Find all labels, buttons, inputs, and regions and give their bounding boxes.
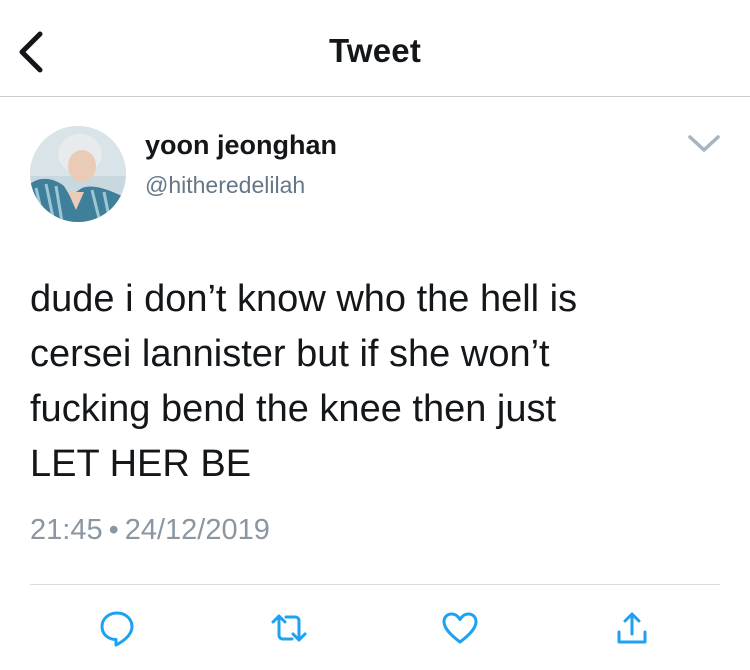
tweet-date: 24/12/2019 [124, 514, 270, 546]
tweet-text-line: cersei lannister but if she won’t [30, 333, 550, 375]
retweet-icon [271, 614, 307, 642]
separator-dot: • [108, 514, 119, 546]
share-icon [617, 612, 647, 644]
tweet-text: dude i don’t know who the hell is cersei… [30, 272, 720, 492]
top-bar: Tweet [0, 0, 750, 97]
user-handle[interactable]: @hitheredelilah [145, 172, 305, 199]
avatar[interactable] [30, 126, 126, 222]
heart-icon [442, 612, 478, 644]
display-name[interactable]: yoon jeonghan [145, 130, 337, 161]
like-button[interactable] [440, 608, 480, 648]
more-options-button[interactable] [682, 128, 726, 158]
tweet-timestamp: 21:45 • 24/12/2019 [30, 514, 270, 547]
page-title: Tweet [328, 32, 422, 69]
tweet-text-line: fucking bend the knee then just [30, 388, 557, 430]
tweet-text-line: LET HER BE [30, 443, 252, 485]
divider [30, 584, 720, 585]
tweet-text-line: dude i don’t know who the hell is [30, 278, 578, 320]
share-button[interactable] [612, 608, 652, 648]
tweet-time: 21:45 [30, 514, 103, 546]
chevron-down-icon [688, 135, 720, 152]
reply-button[interactable] [97, 608, 137, 648]
reply-icon [100, 611, 134, 647]
avatar-image [30, 126, 126, 222]
retweet-button[interactable] [269, 608, 309, 648]
